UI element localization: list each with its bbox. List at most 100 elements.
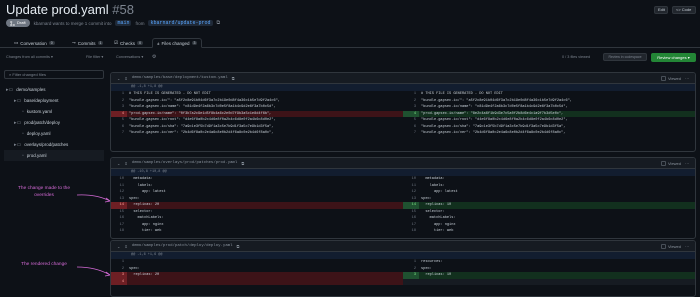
diff-file-header: ⌄ ⇕ demo/samples/prod/patch/deploy/deplo… bbox=[111, 241, 695, 252]
folder-icon: ▸▭ bbox=[6, 86, 14, 93]
line-number[interactable] bbox=[403, 279, 419, 286]
diff-file-kustom: ⌄ ⇕ demo/samples/base/deployment/kustom.… bbox=[110, 72, 696, 152]
file-tree: ▸▭ demo/samples ▸▭ base/deployment ▫ kustom.y… bbox=[4, 84, 104, 161]
file-tree-item[interactable]: ▸▭ overlays/prod/patches bbox=[4, 139, 104, 150]
file-tree-item[interactable]: ▸▭ base/deployment bbox=[4, 95, 104, 106]
tab-files-count: 3 bbox=[191, 41, 198, 45]
annotation-arrow-icon bbox=[76, 266, 111, 277]
line-number[interactable]: 7 bbox=[111, 130, 127, 137]
line-number[interactable]: 18 bbox=[111, 228, 127, 235]
tab-files-label: Files changed bbox=[161, 40, 190, 46]
changes-from-select[interactable]: Changes from all commits ▾ bbox=[6, 54, 53, 61]
diff-left-side: 18 tier: web bbox=[111, 228, 403, 235]
code-line: "bundle.gapsec.io/ver": "2b4d6f8a0c2e4a6… bbox=[421, 131, 566, 135]
review-in-codespace-button[interactable]: Review in codespace bbox=[603, 53, 647, 61]
tab-checks-count: 0 bbox=[137, 41, 144, 45]
head-branch[interactable]: kbarnard/update-prod bbox=[148, 20, 213, 26]
line-number[interactable]: 4 bbox=[111, 278, 127, 285]
checklist-icon: ☑ bbox=[114, 40, 119, 45]
diff-right-side: 18 tier: web bbox=[403, 228, 695, 235]
diff-right-side: 7 "bundle.gapsec.io/ver": "2b4d6f8a0c2e4a… bbox=[403, 130, 695, 137]
diff-file-header: ⌄ ⇕ demo/samples/overlays/prod/patches/p… bbox=[111, 158, 695, 169]
git-pull-request-draft-icon bbox=[10, 20, 15, 26]
code-line: "bundle.gapsec.io/ver": "2b4d6f8a0c2e4a6… bbox=[129, 131, 274, 135]
edit-button[interactable]: Edit bbox=[654, 6, 668, 14]
folder-icon: ▸▭ bbox=[14, 119, 22, 126]
expand-icon[interactable]: ⇕ bbox=[124, 76, 127, 81]
file-tree-item[interactable]: ▸▭ demo/samples bbox=[4, 84, 104, 95]
file-tree-item-label: deploy.yaml bbox=[26, 131, 51, 136]
copy-icon[interactable]: ⧉ bbox=[237, 244, 240, 249]
copy-icon[interactable]: ⧉ bbox=[217, 20, 221, 26]
viewed-checkbox[interactable]: Viewed bbox=[660, 160, 681, 166]
state-text-middle: from bbox=[135, 20, 145, 26]
kebab-icon[interactable]: ⋯ bbox=[685, 244, 689, 249]
diff-rows: 1 1 resources: 2 spec: 2 spec: 3 replicas: 20 3 … bbox=[111, 259, 695, 285]
review-changes-button[interactable]: Review changes ▾ bbox=[651, 53, 696, 62]
chevron-down-icon[interactable]: ⌄ bbox=[117, 161, 120, 166]
state-text-before: kbarnard wants to merge 1 commit into bbox=[33, 20, 112, 26]
line-number[interactable]: 7 bbox=[403, 130, 419, 137]
code-button[interactable]: <> Code bbox=[672, 6, 696, 14]
tab-conversation-label: Conversation bbox=[20, 40, 47, 46]
kebab-icon[interactable]: ⋯ bbox=[685, 76, 689, 81]
tab-commits[interactable]: ⊸ Commits 1 bbox=[68, 38, 107, 48]
pr-state-row: Draft kbarnard wants to merge 1 commit i… bbox=[6, 19, 220, 27]
tab-commits-count: 1 bbox=[97, 41, 104, 45]
file-filter-select[interactable]: File filter ▾ bbox=[86, 54, 103, 61]
folder-icon: ▸▭ bbox=[14, 141, 22, 148]
file-tree-item[interactable]: ▫ kustom.yaml bbox=[4, 106, 104, 117]
code-line: tier: web bbox=[421, 229, 454, 233]
diff-rows: 1 # THIS FILE IS GENERATED - DO NOT EDIT 1… bbox=[111, 91, 695, 137]
kebab-icon[interactable]: ⋯ bbox=[685, 161, 689, 166]
diff-left-side: 7 "bundle.gapsec.io/ver": "2b4d6f8a0c2e4a… bbox=[111, 130, 403, 137]
file-tree-item[interactable]: ▸▭ prod/patch/deploy bbox=[4, 117, 104, 128]
annotation-rendered-change: The rendered change bbox=[21, 262, 67, 267]
commit-icon: ⊸ bbox=[72, 40, 76, 45]
copy-icon[interactable]: ⧉ bbox=[232, 76, 235, 81]
chevron-down-icon[interactable]: ⌄ bbox=[117, 76, 120, 81]
file-tree-item-label: demo/samples bbox=[16, 87, 46, 92]
pr-title-text: Update prod.yaml bbox=[6, 2, 109, 17]
tab-files-changed[interactable]: ± Files changed 3 bbox=[152, 38, 203, 48]
base-branch[interactable]: main bbox=[115, 20, 132, 26]
tab-checks-label: Checks bbox=[120, 40, 136, 46]
search-icon: ⌕ bbox=[9, 72, 12, 77]
code-line: tier: web bbox=[129, 229, 162, 233]
copy-icon[interactable]: ⧉ bbox=[241, 161, 244, 166]
diff-file-path[interactable]: demo/samples/overlays/prod/patches/prod.… bbox=[132, 161, 238, 165]
file-tree-item[interactable]: ▫ prod.yaml bbox=[4, 150, 104, 161]
tab-checks[interactable]: ☑ Checks 0 bbox=[110, 38, 147, 48]
diff-line: 7 "bundle.gapsec.io/ver": "2b4d6f8a0c2e4a… bbox=[111, 130, 695, 137]
diff-right-side bbox=[403, 278, 695, 286]
diff-file-path[interactable]: demo/samples/prod/patch/deploy/deploy.ya… bbox=[132, 244, 233, 248]
folder-icon: ▸▭ bbox=[14, 97, 22, 104]
expand-icon[interactable]: ⇕ bbox=[124, 244, 127, 249]
diff-toolbar: Changes from all commits ▾ File filter ▾… bbox=[0, 50, 700, 64]
expand-icon[interactable]: ⇕ bbox=[124, 161, 127, 166]
tab-conversation[interactable]: ▭ Conversation 0 bbox=[10, 38, 59, 48]
conversations-select[interactable]: Conversations ▾ bbox=[116, 54, 143, 61]
chevron-down-icon[interactable]: ⌄ bbox=[117, 244, 120, 249]
pr-tabs: ▭ Conversation 0 ⊸ Commits 1 ☑ Checks 0 … bbox=[0, 36, 700, 48]
file-tree-item-label: prod/patch/deploy bbox=[24, 120, 61, 125]
line-number[interactable]: 18 bbox=[403, 228, 419, 235]
pr-number: #58 bbox=[112, 2, 134, 17]
tab-conversation-count: 0 bbox=[48, 41, 55, 45]
file-tree-item-label: kustom.yaml bbox=[26, 109, 53, 114]
diff-line: 18 tier: web 18 tier: web bbox=[111, 228, 695, 235]
diff-left-side: 4 bbox=[111, 278, 403, 286]
file-icon: ▫ bbox=[22, 130, 24, 137]
viewed-checkbox[interactable]: Viewed bbox=[660, 75, 681, 81]
filter-changed-files-input[interactable]: ⌕ Filter changed files bbox=[4, 70, 104, 79]
viewed-checkbox[interactable]: Viewed bbox=[660, 243, 681, 249]
diff-line: 4 bbox=[111, 278, 695, 286]
diff-file-path[interactable]: demo/samples/base/deployment/kustom.yaml bbox=[132, 76, 228, 80]
hunk-header: @@ -1,8 +1,8 @@ bbox=[111, 84, 695, 91]
settings-gear-icon[interactable]: ⚙ bbox=[152, 54, 156, 60]
hunk-header: @@ -10,8 +10,8 @@ bbox=[111, 169, 695, 176]
file-tree-item[interactable]: ▫ deploy.yaml bbox=[4, 128, 104, 139]
tab-commits-label: Commits bbox=[77, 40, 96, 46]
